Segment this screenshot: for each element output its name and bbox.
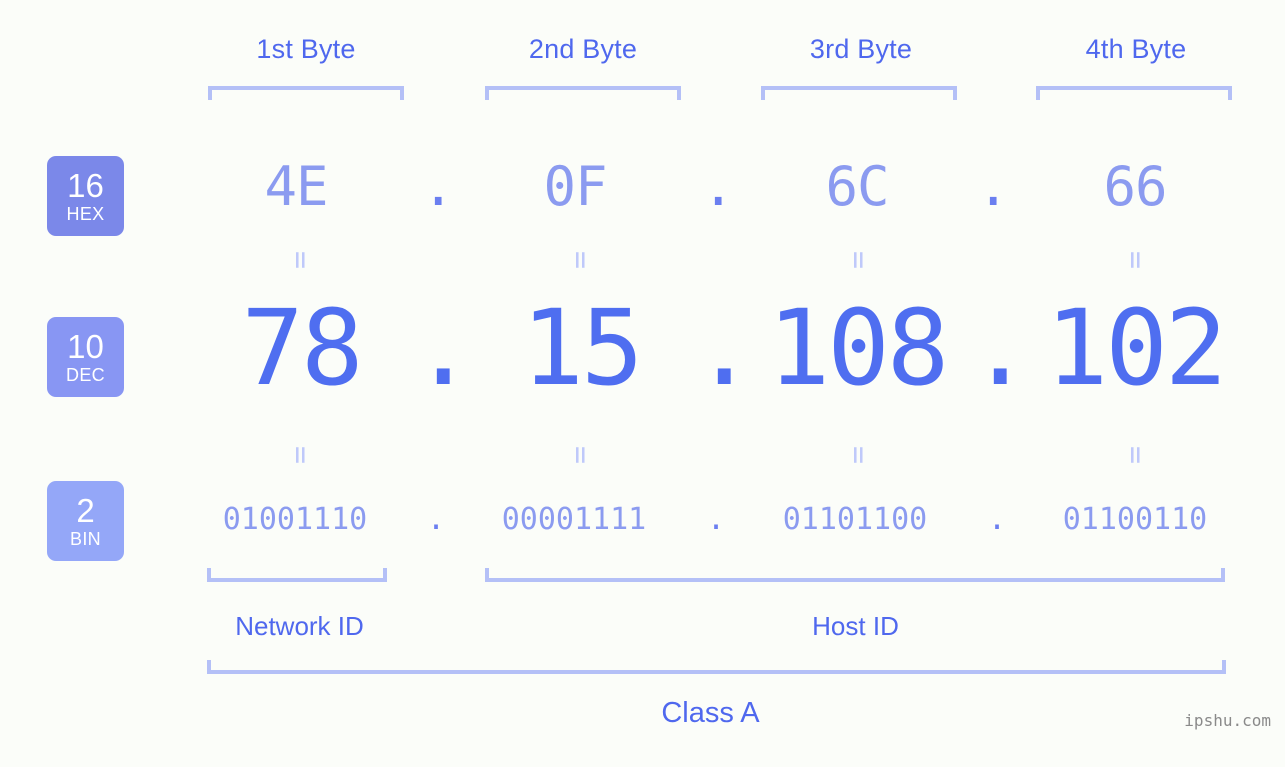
hex-byte-1: 4E <box>264 155 328 218</box>
network-id-bracket <box>207 568 387 582</box>
equals-sign-dec-bin-2: = <box>563 445 598 465</box>
dec-byte-2: 15 <box>521 287 643 409</box>
base-badge-hex-number: 16 <box>67 167 104 204</box>
class-label: Class A <box>661 697 760 729</box>
bin-byte-3: 01101100 <box>782 502 928 537</box>
bin-byte-2: 00001111 <box>501 502 647 537</box>
bin-byte-4: 01100110 <box>1062 502 1208 537</box>
dec-byte-1: 78 <box>241 287 363 409</box>
base-badge-dec-number: 10 <box>67 328 104 365</box>
base-badge-hex-name: HEX <box>66 204 105 224</box>
dec-separator-3: . <box>969 287 1032 409</box>
dec-separator-1: . <box>412 287 475 409</box>
byte-header-label-3: 3rd Byte <box>809 34 913 64</box>
bin-separator-2: . <box>706 502 726 537</box>
host-id-label: Host ID <box>812 611 899 641</box>
base-badge-bin: 2 BIN <box>47 481 124 561</box>
byte-bracket-2 <box>485 86 681 100</box>
network-id-label: Network ID <box>235 611 364 641</box>
hex-separator-2: . <box>702 155 735 218</box>
hex-byte-3: 6C <box>825 155 889 218</box>
equals-sign-hex-dec-1: = <box>283 250 318 270</box>
hex-separator-3: . <box>977 155 1010 218</box>
dec-separator-2: . <box>693 287 756 409</box>
hex-separator-1: . <box>422 155 455 218</box>
byte-bracket-3 <box>761 86 957 100</box>
site-watermark: ipshu.com <box>1184 711 1271 730</box>
equals-sign-hex-dec-3: = <box>841 250 876 270</box>
equals-sign-hex-dec-2: = <box>563 250 598 270</box>
dec-byte-3: 108 <box>767 287 950 409</box>
class-bracket <box>207 660 1226 674</box>
bin-byte-1: 01001110 <box>222 502 368 537</box>
base-badge-dec: 10 DEC <box>47 317 124 397</box>
equals-sign-hex-dec-4: = <box>1118 250 1153 270</box>
ip-address-breakdown-diagram: 1st Byte 2nd Byte 3rd Byte 4th Byte 16 H… <box>0 0 1285 767</box>
dec-byte-4: 102 <box>1045 287 1228 409</box>
host-id-bracket <box>485 568 1225 582</box>
bin-separator-3: . <box>987 502 1007 537</box>
byte-header-label-4: 4th Byte <box>1085 34 1187 64</box>
base-badge-bin-name: BIN <box>70 529 101 549</box>
base-badge-hex: 16 HEX <box>47 156 124 236</box>
byte-header-label-2: 2nd Byte <box>528 34 638 64</box>
hex-byte-2: 0F <box>543 155 607 218</box>
base-badge-dec-name: DEC <box>66 365 105 385</box>
equals-sign-dec-bin-3: = <box>841 445 876 465</box>
base-badge-bin-number: 2 <box>76 492 95 529</box>
equals-sign-dec-bin-1: = <box>283 445 318 465</box>
hex-byte-4: 66 <box>1103 155 1167 218</box>
bin-separator-1: . <box>426 502 446 537</box>
byte-bracket-1 <box>208 86 404 100</box>
byte-bracket-4 <box>1036 86 1232 100</box>
equals-sign-dec-bin-4: = <box>1118 445 1153 465</box>
byte-header-label-1: 1st Byte <box>256 34 356 64</box>
